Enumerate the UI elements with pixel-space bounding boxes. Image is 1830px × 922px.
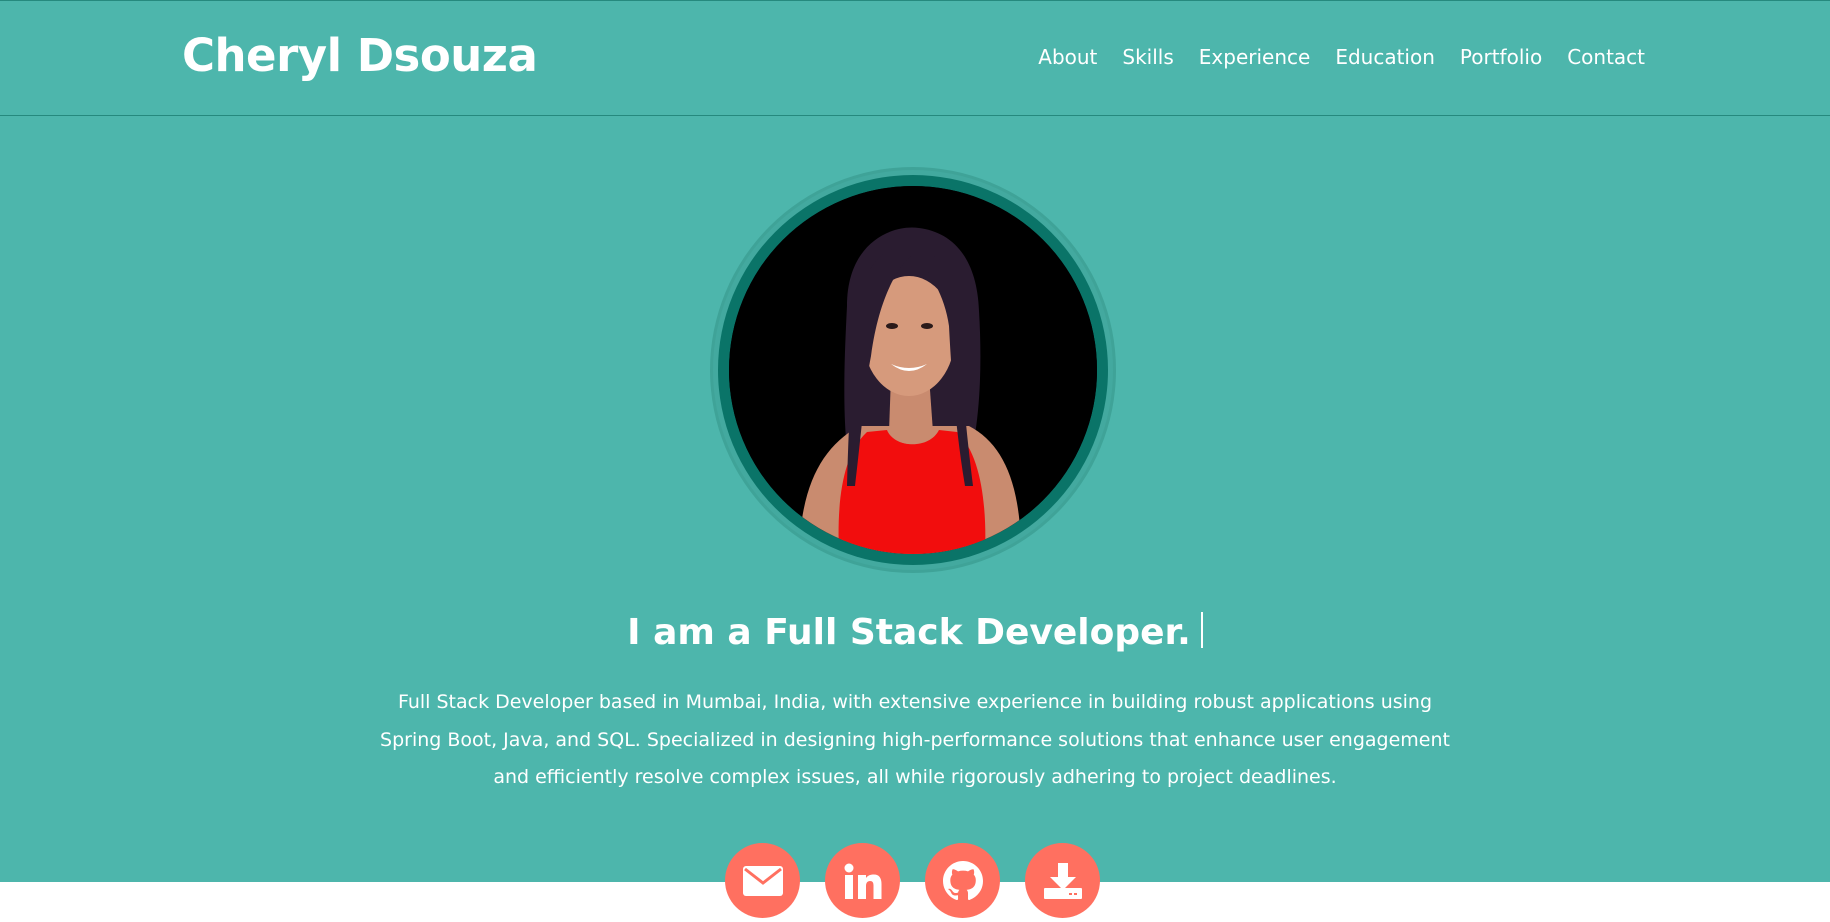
hero-section: Cheryl Dsouza About Skills Experience Ed…	[0, 0, 1830, 918]
brand-name[interactable]: Cheryl Dsouza	[182, 29, 538, 82]
nav-link-portfolio[interactable]: Portfolio	[1460, 45, 1542, 69]
linkedin-button[interactable]	[825, 843, 900, 918]
download-icon	[1043, 862, 1082, 899]
envelope-icon	[742, 865, 783, 896]
hero-bio: Full Stack Developer based in Mumbai, In…	[380, 691, 1450, 788]
email-button[interactable]	[725, 843, 800, 918]
headline-text: I am a Full Stack Developer.	[627, 612, 1191, 653]
navbar: Cheryl Dsouza About Skills Experience Ed…	[0, 0, 1830, 116]
social-links	[725, 843, 1100, 918]
github-icon	[942, 860, 983, 900]
profile-avatar	[718, 175, 1108, 565]
nav-link-education[interactable]: Education	[1335, 45, 1435, 69]
profile-photo-illustration	[729, 186, 1097, 554]
nav-links: About Skills Experience Education Portfo…	[1013, 45, 1645, 69]
nav-link-skills[interactable]: Skills	[1122, 45, 1173, 69]
nav-link-contact[interactable]: Contact	[1567, 45, 1645, 69]
nav-link-experience[interactable]: Experience	[1199, 45, 1311, 69]
typing-cursor	[1200, 612, 1203, 648]
nav-link-about[interactable]: About	[1038, 45, 1097, 69]
download-resume-button[interactable]	[1025, 843, 1100, 918]
linkedin-icon	[844, 863, 881, 899]
profile-photo	[729, 186, 1097, 554]
hero-headline: I am a Full Stack Developer.	[0, 612, 1830, 653]
github-button[interactable]	[925, 843, 1000, 918]
